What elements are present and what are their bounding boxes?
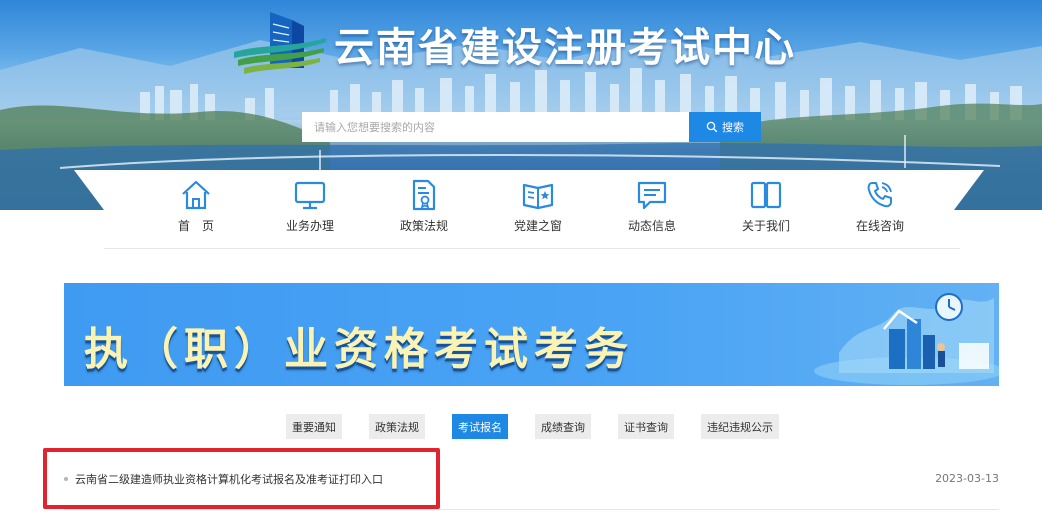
nav-label: 动态信息	[627, 219, 676, 233]
tab-certificate-query[interactable]: 证书查询	[618, 414, 674, 439]
nav-label: 关于我们	[741, 219, 790, 233]
search-bar: 搜索	[302, 112, 761, 142]
main-navigation: 首 页 业务办理 政策法规 党建之窗 动态信息 关于我们 在线咨询	[74, 170, 984, 250]
nav-item-about[interactable]: 关于我们	[728, 178, 804, 242]
banner-illustration	[814, 293, 999, 385]
search-button[interactable]: 搜索	[689, 112, 761, 142]
nav-divider	[104, 248, 960, 249]
book-panels-icon	[750, 181, 782, 209]
section-banner: 执（职）业资格考试考务	[64, 283, 999, 386]
nav-label: 党建之窗	[513, 219, 562, 233]
document-seal-icon	[412, 179, 436, 211]
phone-call-icon	[867, 182, 892, 208]
list-separator	[64, 509, 999, 510]
tab-important-notice[interactable]: 重要通知	[286, 414, 342, 439]
open-book-star-icon	[522, 183, 554, 210]
site-brand[interactable]: 云南省建设注册考试中心	[230, 6, 796, 82]
search-input[interactable]	[302, 112, 689, 142]
banner-title: 执（职）业资格考试考务	[84, 324, 634, 375]
home-icon	[182, 180, 210, 210]
tab-exam-registration[interactable]: 考试报名	[452, 414, 508, 439]
search-button-label: 搜索	[722, 121, 744, 134]
nav-item-party-building[interactable]: 党建之窗	[500, 178, 576, 242]
nav-label: 政策法规	[399, 219, 448, 233]
site-title: 云南省建设注册考试中心	[334, 25, 796, 71]
tab-score-query[interactable]: 成绩查询	[535, 414, 591, 439]
category-tabs: 重要通知 政策法规 考试报名 成绩查询 证书查询 违纪违规公示	[286, 414, 806, 439]
nav-item-consult[interactable]: 在线咨询	[842, 178, 918, 242]
nav-item-news[interactable]: 动态信息	[614, 178, 690, 242]
nav-label: 首 页	[177, 219, 214, 233]
highlight-annotation-box	[43, 448, 440, 509]
chat-bubble-icon	[637, 181, 667, 210]
nav-item-home[interactable]: 首 页	[158, 178, 234, 242]
nav-label: 在线咨询	[855, 219, 904, 233]
tab-policy[interactable]: 政策法规	[369, 414, 425, 439]
nav-item-policy[interactable]: 政策法规	[386, 178, 462, 242]
nav-label: 业务办理	[285, 219, 334, 233]
list-item-date: 2023-03-13	[935, 472, 999, 485]
tab-violation-notice[interactable]: 违纪违规公示	[701, 414, 779, 439]
building-logo-icon	[234, 12, 326, 74]
search-icon	[706, 121, 718, 133]
monitor-icon	[294, 181, 326, 210]
nav-item-business[interactable]: 业务办理	[272, 178, 348, 242]
